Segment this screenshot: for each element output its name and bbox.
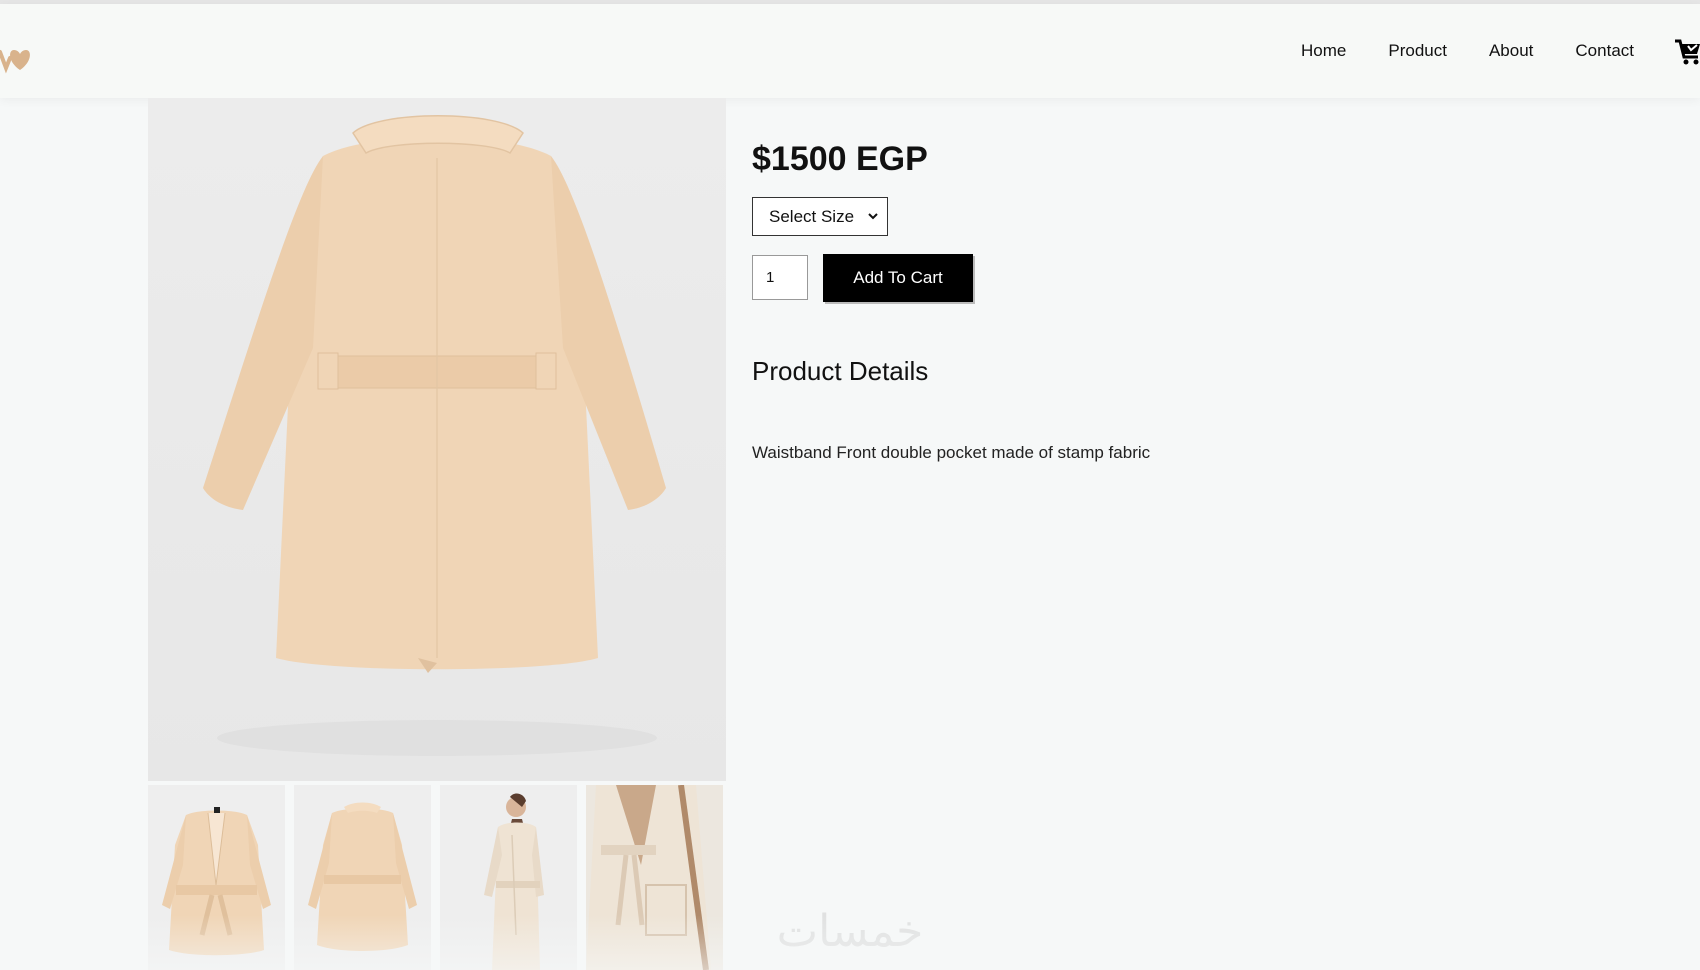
- quantity-input[interactable]: 1: [752, 255, 808, 300]
- svg-text:خمسات: خمسات: [777, 906, 924, 957]
- thumbnail-model-front[interactable]: [440, 785, 577, 970]
- thumbnail-gallery: [148, 785, 726, 970]
- nav-contact[interactable]: Contact: [1575, 41, 1634, 61]
- nav-home[interactable]: Home: [1301, 41, 1346, 61]
- nav-about[interactable]: About: [1489, 41, 1533, 61]
- add-to-cart-button[interactable]: Add To Cart: [823, 254, 973, 302]
- thumbnail-front[interactable]: [148, 785, 285, 970]
- thumbnail-back[interactable]: [294, 785, 431, 970]
- product-description: Waistband Front double pocket made of st…: [752, 443, 1151, 462]
- main-nav: Home Product About Contact: [1301, 4, 1700, 98]
- size-select-label: Select Size: [769, 206, 855, 226]
- site-header: Home Product About Contact: [0, 4, 1700, 98]
- product-price: $1500 EGP: [752, 140, 928, 178]
- watermark-logo: خمسات: [777, 906, 924, 957]
- heart-logo-icon[interactable]: [0, 44, 34, 74]
- thumbnail-model-detail[interactable]: [586, 785, 723, 970]
- nav-product[interactable]: Product: [1388, 41, 1447, 61]
- chevron-down-icon: [868, 213, 878, 220]
- product-main-image: [148, 98, 726, 781]
- cart-icon[interactable]: [1674, 35, 1700, 67]
- size-select[interactable]: Select Size: [752, 197, 888, 236]
- product-details-heading: Product Details: [752, 356, 929, 386]
- coat-back-image: [203, 115, 666, 756]
